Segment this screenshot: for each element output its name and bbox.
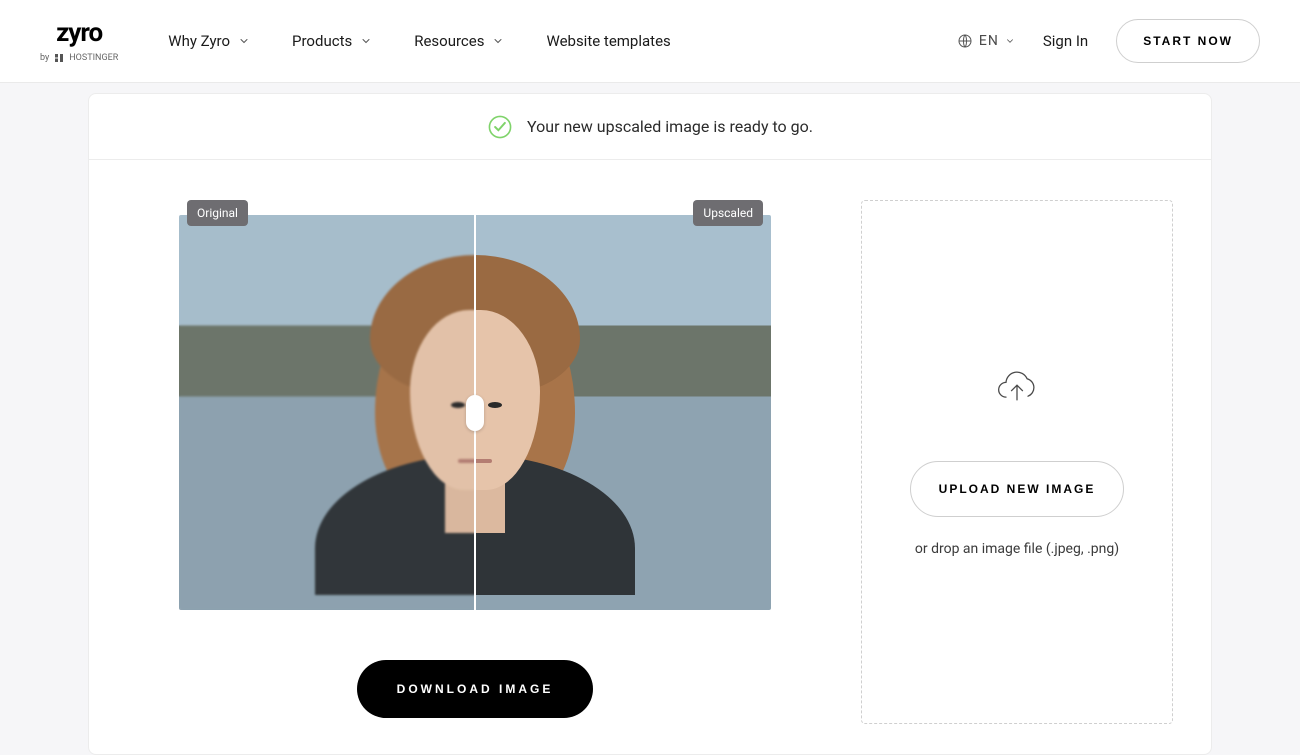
download-image-button[interactable]: DOWNLOAD IMAGE <box>357 660 594 718</box>
nav-item-resources[interactable]: Resources <box>414 32 504 50</box>
hostinger-icon <box>53 52 65 64</box>
sign-in-label: Sign In <box>1043 32 1088 50</box>
language-selector[interactable]: EN <box>957 33 1015 49</box>
logo-sub-prefix: by <box>40 53 49 63</box>
original-tag: Original <box>187 200 248 226</box>
nav-item-products[interactable]: Products <box>292 32 372 50</box>
status-banner: Your new upscaled image is ready to go. <box>89 94 1211 160</box>
upscaled-tag-label: Upscaled <box>703 206 753 220</box>
card-body: Original Upscaled <box>89 160 1211 754</box>
nav-label: Website templates <box>546 32 670 50</box>
original-overlay <box>179 215 475 610</box>
check-circle-icon <box>487 114 513 140</box>
logo[interactable]: zyro by HOSTINGER <box>40 18 118 64</box>
right-column: UPLOAD NEW IMAGE or drop an image file (… <box>861 200 1173 724</box>
upscaled-tag: Upscaled <box>693 200 763 226</box>
upload-dropzone[interactable]: UPLOAD NEW IMAGE or drop an image file (… <box>861 200 1173 724</box>
chevron-down-icon <box>492 35 504 47</box>
compare-wrapper: Original Upscaled <box>179 215 771 610</box>
logo-text: zyro <box>56 18 102 48</box>
nav-label: Products <box>292 32 352 50</box>
result-card: Your new upscaled image is ready to go. … <box>88 93 1212 755</box>
nav-label: Resources <box>414 32 484 50</box>
logo-subline: by HOSTINGER <box>40 52 118 64</box>
compare-slider-handle[interactable] <box>466 395 484 431</box>
original-tag-label: Original <box>197 206 238 220</box>
left-column: Original Upscaled <box>179 200 771 724</box>
drop-hint: or drop an image file (.jpeg, .png) <box>915 541 1119 557</box>
banner-message: Your new upscaled image is ready to go. <box>527 117 813 136</box>
globe-icon <box>957 33 973 49</box>
download-image-label: DOWNLOAD IMAGE <box>397 682 554 696</box>
upload-new-image-label: UPLOAD NEW IMAGE <box>939 482 1096 496</box>
image-compare <box>179 215 771 610</box>
header: zyro by HOSTINGER Why Zyro Products Reso… <box>0 0 1300 83</box>
nav-item-website-templates[interactable]: Website templates <box>546 32 670 50</box>
chevron-down-icon <box>1005 36 1015 46</box>
nav-right: EN Sign In START NOW <box>957 19 1260 63</box>
chevron-down-icon <box>238 35 250 47</box>
logo-sub-brand: HOSTINGER <box>69 53 118 63</box>
language-code: EN <box>979 33 999 49</box>
chevron-down-icon <box>360 35 372 47</box>
cloud-upload-icon <box>995 367 1039 407</box>
upload-new-image-button[interactable]: UPLOAD NEW IMAGE <box>910 461 1125 517</box>
start-now-label: START NOW <box>1143 34 1233 48</box>
sign-in-link[interactable]: Sign In <box>1043 32 1088 50</box>
nav: Why Zyro Products Resources Website temp… <box>168 32 957 50</box>
nav-item-why-zyro[interactable]: Why Zyro <box>168 32 250 50</box>
nav-label: Why Zyro <box>168 32 230 50</box>
content: Your new upscaled image is ready to go. … <box>0 83 1300 755</box>
start-now-button[interactable]: START NOW <box>1116 19 1260 63</box>
drop-hint-text: or drop an image file (.jpeg, .png) <box>915 541 1119 557</box>
